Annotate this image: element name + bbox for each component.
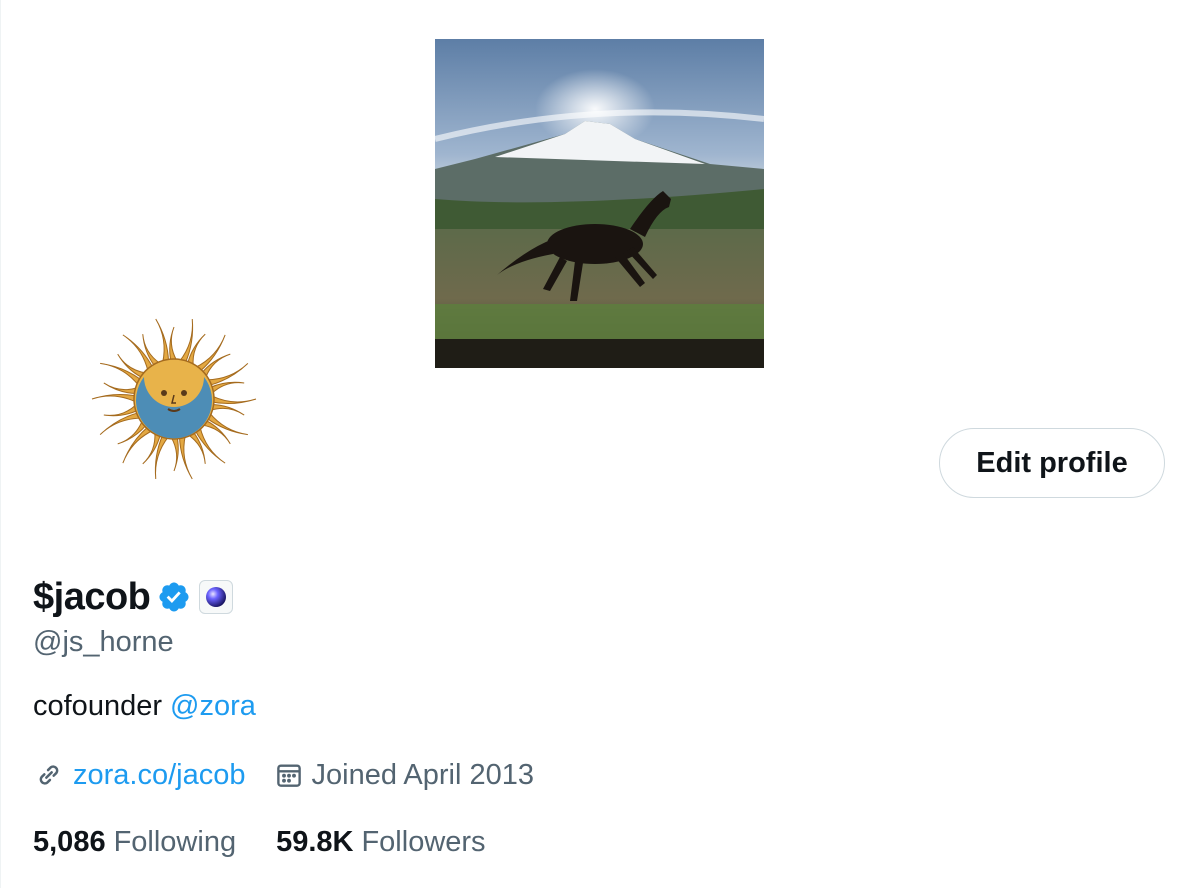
sun-ray: [211, 395, 257, 405]
website-link[interactable]: zora.co/jacob: [73, 759, 246, 792]
sun-ray: [103, 382, 139, 395]
sun-ray: [100, 362, 142, 387]
sun-ray: [178, 434, 193, 480]
following-label: Following: [113, 825, 237, 858]
affiliate-badge-icon[interactable]: [199, 580, 234, 614]
following-count: 5,086: [33, 825, 106, 858]
bio-text: cofounder: [33, 690, 171, 722]
sun-ray: [206, 363, 249, 386]
sun-ray: [209, 403, 245, 416]
joined-item: Joined April 2013: [274, 758, 535, 792]
sun-ray: [91, 393, 137, 403]
followers-label: Followers: [361, 825, 486, 858]
link-icon: [33, 759, 65, 791]
followers-count: 59.8K: [276, 825, 354, 858]
followers-stat[interactable]: 59.8K Followers: [276, 826, 485, 859]
edit-profile-button[interactable]: Edit profile: [939, 428, 1165, 498]
sun-ray: [169, 326, 178, 362]
calendar-icon: [274, 760, 304, 790]
bio: cofounder @zora: [33, 690, 256, 723]
sun-ray: [99, 412, 142, 435]
website-item[interactable]: zora.co/jacob: [33, 759, 246, 792]
verified-badge-icon[interactable]: [157, 580, 191, 614]
following-stat[interactable]: 5,086 Following: [33, 826, 236, 859]
sun-moon-avatar-icon: [91, 318, 257, 480]
sun-ray: [170, 436, 179, 472]
sun-ray: [206, 411, 248, 436]
profile-meta: zora.co/jacob Joined April 2013: [33, 756, 562, 794]
horse-mountain-illustration: [435, 39, 764, 368]
profile-avatar[interactable]: [40, 265, 308, 533]
name-row: $jacob: [33, 572, 234, 622]
header-banner-image[interactable]: [435, 39, 764, 368]
user-handle: @js_horne: [33, 626, 174, 658]
sun-ray: [155, 318, 170, 364]
column-border: [0, 0, 1, 888]
follow-stats: 5,086 Following 59.8K Followers: [33, 822, 526, 862]
display-name: $jacob: [33, 575, 151, 618]
bio-mention-link[interactable]: @zora: [170, 690, 256, 722]
joined-date: Joined April 2013: [311, 758, 535, 791]
